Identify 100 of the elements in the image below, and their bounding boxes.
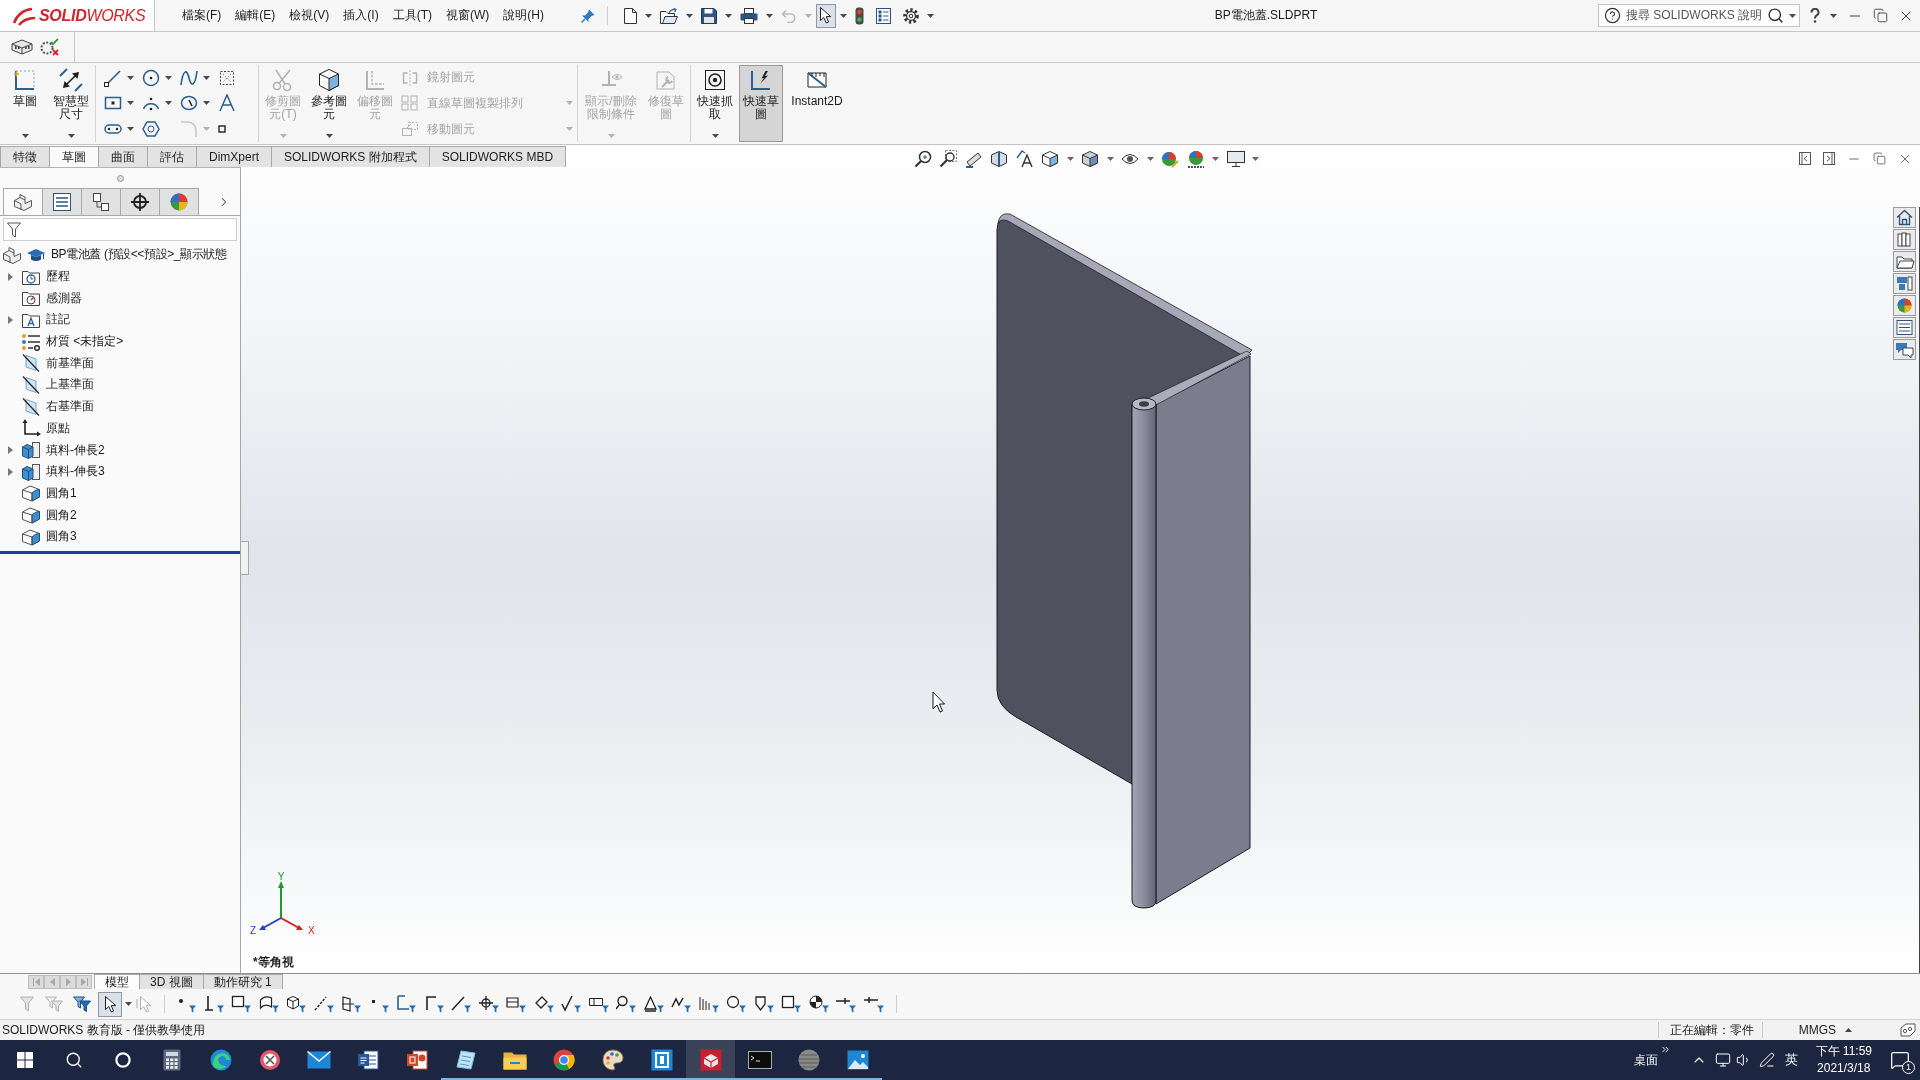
- ribbon-button[interactable]: Instant2D: [785, 65, 849, 142]
- tree-item[interactable]: 右基準面: [46, 398, 94, 416]
- magnifier-icon[interactable]: [939, 149, 957, 168]
- split-rectangle-filter-icon[interactable]: [506, 995, 527, 1013]
- tree-item[interactable]: 圓角3: [46, 528, 77, 546]
- caret-icon[interactable]: [645, 13, 652, 18]
- ring-icon[interactable]: [114, 1052, 131, 1068]
- rack-box-icon[interactable]: [11, 39, 33, 55]
- slash-filter-icon[interactable]: [451, 995, 472, 1013]
- caret-icon[interactable]: [1146, 156, 1154, 161]
- tree-item[interactable]: 材質 <未指定>: [46, 333, 124, 351]
- pin-icon[interactable]: [581, 8, 595, 23]
- units-selector[interactable]: MMGS: [1798, 1023, 1852, 1037]
- shield-filter-icon[interactable]: [753, 995, 774, 1013]
- menu-item[interactable]: 插入(I): [336, 4, 386, 27]
- shaded-cube-icon[interactable]: [1081, 149, 1099, 168]
- filter-field[interactable]: [3, 218, 237, 241]
- caret-icon[interactable]: [1106, 156, 1114, 161]
- tile-right-icon[interactable]: [1823, 152, 1835, 165]
- list-icon[interactable]: [1893, 317, 1916, 338]
- panel-handle-icon[interactable]: [116, 174, 124, 182]
- caret-icon[interactable]: [1066, 156, 1074, 161]
- expand-arrow-icon[interactable]: [7, 272, 13, 281]
- ribbon-tab[interactable]: 曲面: [98, 146, 148, 167]
- toolbar-button[interactable]: [816, 3, 836, 28]
- caret-icon[interactable]: [127, 101, 134, 106]
- help-icon[interactable]: [1810, 8, 1820, 23]
- hatch-filter-icon[interactable]: [698, 995, 719, 1013]
- bottom-tab[interactable]: 動作研究 1: [202, 974, 283, 989]
- clock-date[interactable]: 2021/3/18: [1817, 1060, 1871, 1077]
- t-line-filter-icon[interactable]: [836, 995, 857, 1013]
- box-filter-icon[interactable]: [588, 995, 609, 1013]
- t-line-filter-icon[interactable]: [863, 995, 884, 1013]
- chat-icon[interactable]: [1893, 339, 1916, 360]
- menu-item[interactable]: 工具(T): [385, 4, 439, 27]
- tree-item[interactable]: 填料-伸長2: [46, 441, 105, 459]
- search-icon[interactable]: [64, 1051, 83, 1069]
- caret-icon[interactable]: [165, 101, 172, 106]
- tag-icon[interactable]: [1900, 1023, 1916, 1037]
- ribbon-button[interactable]: 智慧型尺寸: [49, 65, 93, 142]
- color-ball-icon[interactable]: [1161, 149, 1179, 168]
- expand-arrow-icon[interactable]: [7, 446, 13, 455]
- search-field[interactable]: 搜尋 SOLIDWORKS 說明: [1598, 4, 1800, 27]
- tree-item[interactable]: 感測器: [46, 289, 82, 307]
- corner-filter-icon[interactable]: [396, 995, 417, 1013]
- tree-item[interactable]: 前基準面: [46, 354, 94, 372]
- restore-icon[interactable]: [1873, 152, 1886, 165]
- menu-item[interactable]: 視窗(W): [439, 4, 497, 27]
- expand-arrow-icon[interactable]: [7, 467, 13, 476]
- select-button[interactable]: [97, 991, 122, 1017]
- tree-item[interactable]: 原點: [46, 419, 70, 437]
- tree-root-item[interactable]: BP電池蓋 (預設<<預設>_顯示狀態: [51, 246, 227, 264]
- tree-item[interactable]: 填料-伸長3: [46, 463, 105, 481]
- panel-tab[interactable]: [120, 188, 160, 215]
- magnifier-filter-icon[interactable]: [616, 995, 637, 1013]
- plane-filter-icon[interactable]: [341, 995, 362, 1013]
- panel-splitter-handle[interactable]: [241, 541, 249, 575]
- caret-icon[interactable]: [766, 13, 773, 18]
- ribbon-button[interactable]: 草圖: [3, 65, 47, 142]
- check-mark-filter-icon[interactable]: [561, 995, 582, 1013]
- rollback-bar[interactable]: [0, 550, 240, 554]
- menu-item[interactable]: 檔案(F): [175, 4, 229, 27]
- ribbon-button[interactable]: 參考圖元: [307, 65, 351, 142]
- curved-face-filter-icon[interactable]: [258, 995, 279, 1013]
- caret-icon[interactable]: [165, 75, 172, 80]
- framed-square-filter-icon[interactable]: [781, 995, 802, 1013]
- home-icon[interactable]: [1893, 207, 1916, 228]
- ribbon-tab[interactable]: 評估: [147, 146, 197, 167]
- tree-item[interactable]: 歷程: [46, 268, 70, 286]
- caret-icon[interactable]: [840, 13, 847, 18]
- caret-icon[interactable]: [127, 75, 134, 80]
- bracket-filter-icon[interactable]: [423, 995, 444, 1013]
- dashed-line-filter-icon[interactable]: [313, 995, 334, 1013]
- triangle-filter-icon[interactable]: [643, 995, 664, 1013]
- windows-logo-icon[interactable]: [16, 1052, 33, 1068]
- tree-item[interactable]: 圓角2: [46, 506, 77, 524]
- network-icon[interactable]: [1714, 1052, 1731, 1068]
- square-filter-icon[interactable]: [231, 995, 252, 1013]
- tree-item[interactable]: 註記: [46, 311, 70, 329]
- zigzag-filter-icon[interactable]: [671, 995, 692, 1013]
- caret-icon[interactable]: [203, 101, 210, 106]
- chevrons-right-icon[interactable]: [1659, 1044, 1671, 1055]
- caret-icon[interactable]: [686, 13, 693, 18]
- section-cube-icon[interactable]: [990, 149, 1008, 168]
- point-icon[interactable]: [218, 125, 226, 134]
- caret-icon[interactable]: [124, 1002, 132, 1006]
- cube-filter-icon[interactable]: [286, 995, 307, 1013]
- clock-time[interactable]: 下午 11:59: [1815, 1043, 1872, 1060]
- tile-left-icon[interactable]: [1799, 152, 1811, 165]
- diamond-filter-icon[interactable]: [533, 995, 554, 1013]
- caret-icon[interactable]: [1789, 13, 1796, 18]
- tree-item[interactable]: 上基準面: [46, 376, 94, 394]
- search-icon[interactable]: [1767, 7, 1784, 24]
- taskbar-app-button[interactable]: [686, 1040, 735, 1080]
- ribbon-tab[interactable]: SOLIDWORKS 附加程式: [271, 146, 430, 167]
- caret-icon[interactable]: [1830, 13, 1837, 18]
- caret-icon[interactable]: [1212, 156, 1219, 161]
- cube-icon[interactable]: [1041, 149, 1059, 168]
- restore-icon[interactable]: [1873, 8, 1888, 23]
- half-circle-filter-icon[interactable]: [808, 995, 829, 1013]
